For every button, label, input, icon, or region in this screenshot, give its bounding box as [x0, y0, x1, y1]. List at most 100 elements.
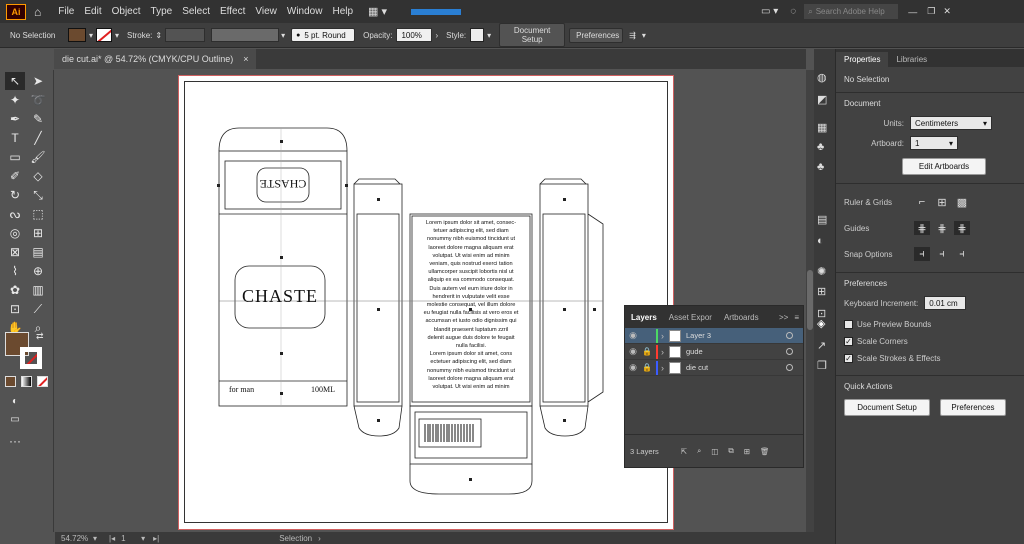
chevron-right-icon[interactable]: › — [661, 363, 664, 373]
mesh-tool-icon[interactable]: ⊠ — [5, 243, 25, 261]
workspace-icon[interactable]: ▭ ▾ — [761, 6, 778, 17]
layer-name[interactable]: die cut — [686, 363, 708, 372]
artboard-tool-icon[interactable]: ⊡ — [5, 300, 25, 318]
paintbrush-tool-icon[interactable]: 🖌 — [28, 148, 48, 166]
vertical-scrollbar[interactable] — [806, 70, 814, 532]
opacity-label[interactable]: Opacity: — [363, 31, 392, 40]
layer-name[interactable]: Layer 3 — [686, 331, 711, 340]
artboard-select[interactable]: 1 ▾ — [910, 136, 958, 150]
eraser-tool-icon[interactable]: ◇ — [28, 167, 48, 185]
panel-menu-icon[interactable]: ≡ — [790, 313, 803, 322]
brushes-icon[interactable]: ♣ — [817, 161, 824, 173]
snap-to-grid-icon[interactable]: ⫞ — [954, 247, 970, 261]
curvature-tool-icon[interactable]: ✎ — [28, 110, 48, 128]
document-setup-quick-button[interactable]: Document Setup — [844, 399, 930, 416]
color-mode-icon[interactable] — [5, 376, 16, 387]
menu-window[interactable]: Window — [282, 6, 328, 17]
tab-libraries[interactable]: Libraries — [888, 52, 935, 67]
graphic-styles-icon[interactable]: ▦ — [817, 121, 827, 134]
menu-view[interactable]: View — [250, 6, 282, 17]
menu-select[interactable]: Select — [177, 6, 215, 17]
chevron-down-icon[interactable]: ▾ — [281, 31, 285, 40]
menu-object[interactable]: Object — [107, 6, 146, 17]
keyboard-increment-field[interactable]: 0.01 cm — [924, 296, 967, 310]
stroke-color-box[interactable] — [20, 347, 42, 369]
gradient-mode-icon[interactable] — [21, 376, 32, 387]
prev-artboard-icon[interactable]: |◂ — [109, 534, 115, 543]
chevron-right-icon[interactable]: › — [435, 31, 438, 40]
tab-artboards[interactable]: Artboards — [718, 313, 765, 322]
collect-export-icon[interactable]: ⇱ — [681, 447, 687, 456]
rotate-tool-icon[interactable]: ↻ — [5, 186, 25, 204]
variable-width-field[interactable] — [211, 28, 280, 42]
scale-strokes-checkbox[interactable]: ✓ — [844, 354, 853, 363]
ruler-icon[interactable]: ⌐ — [914, 195, 930, 209]
chevron-down-icon[interactable]: ▾ — [89, 31, 93, 40]
new-layer-icon[interactable]: ⊞ — [744, 447, 750, 456]
snap-to-pixel-icon[interactable]: ⫞ — [934, 247, 950, 261]
symbol-sprayer-tool-icon[interactable]: ✿ — [5, 281, 25, 299]
scale-corners-checkbox[interactable]: ✓ — [844, 337, 853, 346]
minimize-icon[interactable]: — — [908, 7, 917, 17]
more-tools-icon[interactable]: ··· — [5, 432, 25, 450]
delete-layer-icon[interactable]: 🗑 — [760, 447, 770, 456]
target-circle-icon[interactable] — [786, 364, 793, 371]
brand-name[interactable]: CHASTE — [235, 286, 325, 307]
transparency-grid-icon[interactable]: ▩ — [954, 195, 970, 209]
opacity-field[interactable]: 100% — [396, 28, 433, 42]
gradient-panel-icon[interactable]: ▤ — [817, 213, 827, 226]
stroke-swatch[interactable] — [96, 28, 113, 42]
appearance-icon[interactable]: ◍ — [817, 71, 827, 84]
rectangle-tool-icon[interactable]: ▭ — [5, 148, 25, 166]
menu-type[interactable]: Type — [146, 6, 178, 17]
symbols-icon[interactable]: ♣ — [817, 141, 824, 153]
lightbulb-icon[interactable]: ◌ — [790, 6, 796, 17]
document-tab[interactable]: die cut.ai* @ 54.72% (CMYK/CPU Outline) … — [54, 49, 257, 69]
grid-icon[interactable]: ⊞ — [934, 195, 950, 209]
menu-edit[interactable]: Edit — [79, 6, 106, 17]
layer-row[interactable]: ◉ › Layer 3 — [625, 328, 803, 344]
tab-asset-export[interactable]: Asset Expor — [663, 313, 718, 322]
chevron-right-icon[interactable]: › — [661, 347, 664, 357]
type-tool-icon[interactable]: T — [5, 129, 25, 147]
eyedropper-tool-icon[interactable]: ⌇ — [5, 262, 25, 280]
chevron-down-icon[interactable]: ▾ — [93, 534, 97, 543]
snap-to-point-icon[interactable]: ⫞ — [914, 247, 930, 261]
blend-tool-icon[interactable]: ⊕ — [28, 262, 48, 280]
home-icon[interactable]: ⌂ — [34, 5, 41, 19]
units-select[interactable]: Centimeters ▾ — [910, 116, 992, 130]
show-guides-icon[interactable]: ⋕ — [914, 221, 930, 235]
menu-file[interactable]: File — [53, 6, 79, 17]
stroke-stepper[interactable]: ⇕ — [155, 31, 162, 40]
image-trace-icon[interactable]: ◩ — [817, 93, 827, 106]
arrange-icon[interactable]: ⇶ — [629, 31, 636, 40]
help-search[interactable]: ⌕ Search Adobe Help — [804, 4, 899, 19]
tab-properties[interactable]: Properties — [836, 52, 889, 67]
visibility-eye-icon[interactable]: ◉ — [625, 346, 641, 357]
draw-mode-icon[interactable]: ◐ — [5, 392, 25, 410]
visibility-eye-icon[interactable]: ◉ — [625, 362, 641, 373]
target-circle-icon[interactable] — [786, 348, 793, 355]
preferences-button[interactable]: Preferences — [569, 27, 624, 43]
layers-panel-icon[interactable]: ◈ — [817, 317, 825, 330]
restore-icon[interactable]: ❐ — [927, 6, 935, 17]
back-panel-text[interactable]: Lorem ipsum dolor sit amet, consec-tetue… — [414, 219, 528, 391]
target-circle-icon[interactable] — [786, 332, 793, 339]
close-tab-icon[interactable]: × — [243, 54, 248, 64]
chevron-right-icon[interactable]: › — [318, 534, 321, 543]
clipping-mask-icon[interactable]: ◫ — [711, 447, 718, 456]
next-artboard-icon[interactable]: ▸| — [153, 534, 159, 543]
layer-row[interactable]: ◉ 🔒 › gude — [625, 344, 803, 360]
column-graph-tool-icon[interactable]: ▥ — [28, 281, 48, 299]
shape-builder-tool-icon[interactable]: ◎ — [5, 224, 25, 242]
pen-tool-icon[interactable]: ✒ — [5, 110, 25, 128]
menu-effect[interactable]: Effect — [215, 6, 250, 17]
fill-swatch[interactable] — [68, 28, 86, 42]
document-setup-button[interactable]: Document Setup — [499, 23, 566, 47]
for-man-label[interactable]: for man — [229, 385, 254, 394]
menu-help[interactable]: Help — [327, 6, 358, 17]
chevron-down-icon[interactable]: ▾ — [487, 31, 491, 40]
pathfinder-icon[interactable]: ⊞ — [817, 285, 826, 298]
free-transform-tool-icon[interactable]: ⬚ — [28, 205, 48, 223]
tab-layers[interactable]: Layers — [625, 313, 663, 322]
